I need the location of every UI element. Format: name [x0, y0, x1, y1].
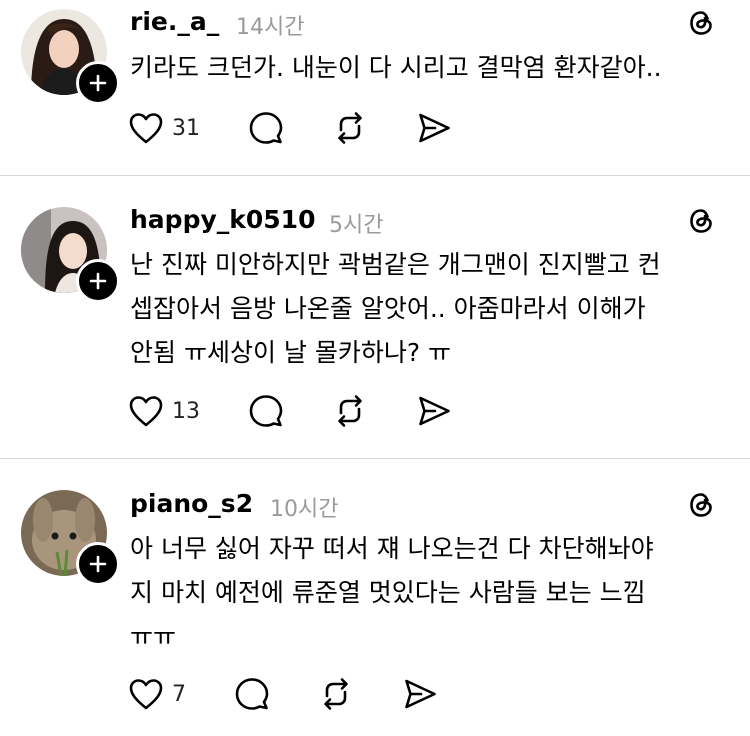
share-icon: [419, 396, 450, 426]
timestamp: 5시간: [329, 213, 384, 238]
like-button[interactable]: 7: [128, 676, 186, 712]
action-bar: 31: [128, 110, 468, 146]
follow-plus-icon[interactable]: [76, 259, 120, 303]
repost-icon: [324, 678, 348, 710]
timestamp: 10시간: [270, 497, 339, 522]
share-button[interactable]: [416, 393, 452, 429]
heart-icon: [129, 396, 163, 427]
username[interactable]: rie._a_: [130, 7, 219, 36]
like-count: 7: [172, 681, 186, 707]
timestamp: 14시간: [236, 15, 305, 40]
like-count: 13: [172, 398, 200, 424]
comment-icon: [249, 395, 283, 427]
divider: [0, 175, 750, 176]
heart-icon: [129, 679, 163, 710]
repost-button[interactable]: [332, 393, 368, 429]
avatar-wrapper: [21, 9, 120, 105]
follow-plus-icon[interactable]: [76, 542, 120, 586]
post-text: 키라도 크던가. 내눈이 다 시리고 결막염 환자같아..: [130, 53, 662, 82]
repost-button[interactable]: [332, 110, 368, 146]
action-bar: 7: [128, 676, 468, 712]
action-bar: 13: [128, 393, 468, 429]
heart-icon: [129, 113, 163, 144]
post-text: 난 진짜 미안하지만 곽범같은 개그맨이 진지빨고 컨 셉잡아서 음방 나온줄 …: [130, 250, 661, 367]
comment-button[interactable]: [248, 110, 284, 146]
follow-plus-icon[interactable]: [76, 61, 120, 105]
repost-button[interactable]: [318, 676, 354, 712]
share-button[interactable]: [416, 110, 452, 146]
comment-button[interactable]: [248, 393, 284, 429]
share-button[interactable]: [402, 676, 438, 712]
threads-logo-icon[interactable]: [686, 8, 716, 38]
comment-button[interactable]: [234, 676, 270, 712]
threads-logo-icon[interactable]: [686, 206, 716, 236]
divider: [0, 458, 750, 459]
share-icon: [405, 679, 436, 709]
threads-logo-icon[interactable]: [686, 490, 716, 520]
share-icon: [419, 113, 450, 143]
like-count: 31: [172, 115, 200, 141]
username[interactable]: piano_s2: [130, 489, 253, 518]
repost-icon: [338, 395, 362, 427]
avatar-wrapper: [21, 207, 120, 303]
like-button[interactable]: 13: [128, 393, 200, 429]
avatar-wrapper: [21, 490, 120, 586]
comment-icon: [235, 678, 269, 710]
repost-icon: [338, 112, 362, 144]
comment-icon: [249, 112, 283, 144]
like-button[interactable]: 31: [128, 110, 200, 146]
username[interactable]: happy_k0510: [130, 205, 315, 234]
post-text: 아 너무 싫어 자꾸 떠서 쟤 나오는건 다 차단해놔야 지 마치 예전에 류준…: [130, 534, 654, 651]
